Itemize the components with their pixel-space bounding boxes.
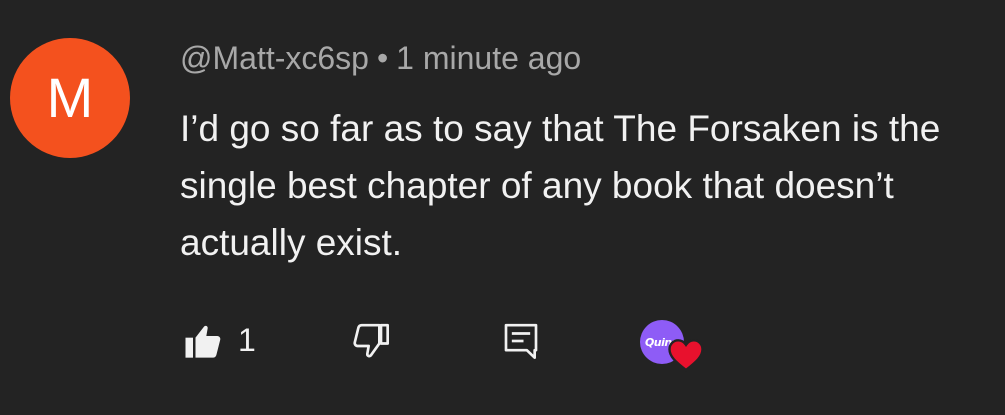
comment-actions: 1 Quinn <box>180 318 740 372</box>
author-avatar[interactable]: M <box>10 38 130 158</box>
separator-dot: • <box>376 40 389 76</box>
author-handle[interactable]: @Matt-xc6sp <box>180 40 369 76</box>
comment-timestamp[interactable]: 1 minute ago <box>396 40 581 76</box>
creator-heart-badge[interactable]: Quinn <box>638 318 706 374</box>
thumbs-down-icon <box>353 323 389 358</box>
avatar-letter: M <box>46 66 94 129</box>
comment-text: I’d go so far as to say that The Forsake… <box>180 108 941 263</box>
dislike-button[interactable] <box>350 320 392 362</box>
heart-icon <box>668 339 704 372</box>
like-count: 1 <box>238 322 256 358</box>
reply-button[interactable] <box>500 320 542 362</box>
like-button[interactable] <box>182 320 224 362</box>
thumbs-up-icon <box>185 325 221 358</box>
comment-header: @Matt-xc6sp • 1 minute ago <box>180 40 581 77</box>
reply-comment-icon <box>504 323 538 359</box>
